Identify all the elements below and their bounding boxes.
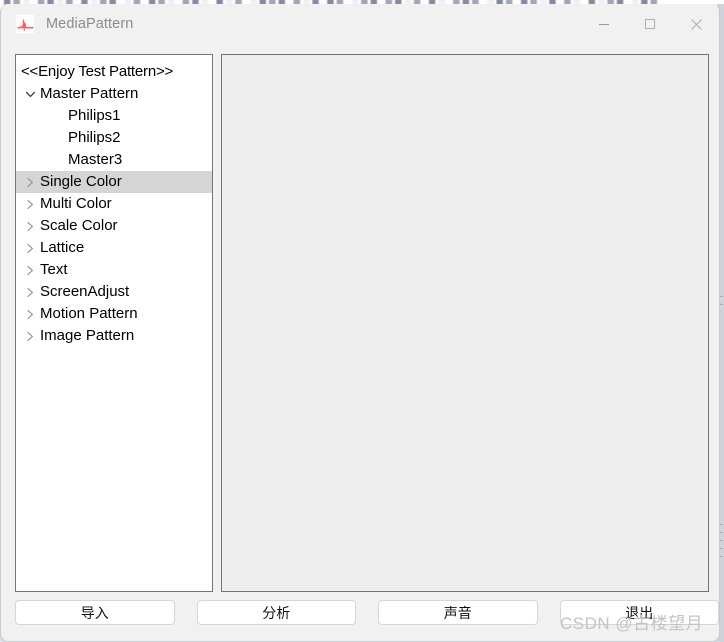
action-button-bar: 导入 分析 声音 退出 bbox=[1, 600, 719, 640]
window-body: <<Enjoy Test Pattern>> Master Pattern Phil… bbox=[1, 44, 719, 641]
tree-item-label: Philips2 bbox=[68, 129, 121, 146]
chevron-right-icon[interactable] bbox=[20, 303, 40, 325]
tree-item-label: Scale Color bbox=[40, 217, 118, 234]
title-bar: MediaPattern bbox=[1, 4, 719, 44]
pattern-tree[interactable]: <<Enjoy Test Pattern>> Master Pattern Phil… bbox=[15, 54, 213, 592]
tree-item-label: Single Color bbox=[40, 173, 122, 190]
tree-item-screenadjust[interactable]: ScreenAdjust bbox=[16, 281, 212, 303]
exit-button[interactable]: 退出 bbox=[559, 600, 719, 625]
tree-item-master3[interactable]: Master3 bbox=[16, 149, 212, 171]
waveform-icon bbox=[15, 14, 35, 34]
chevron-right-icon[interactable] bbox=[20, 215, 40, 237]
tree-item-scale-color[interactable]: Scale Color bbox=[16, 215, 212, 237]
chevron-down-icon[interactable] bbox=[20, 83, 40, 105]
import-button[interactable]: 导入 bbox=[15, 600, 175, 625]
chevron-right-icon[interactable] bbox=[20, 259, 40, 281]
tree-item-lattice[interactable]: Lattice bbox=[16, 237, 212, 259]
analyze-button[interactable]: 分析 bbox=[196, 600, 356, 625]
tree-item-label: Image Pattern bbox=[40, 327, 135, 344]
tree-item-image-pattern[interactable]: Image Pattern bbox=[16, 325, 212, 347]
chevron-right-icon[interactable] bbox=[20, 171, 40, 193]
maximize-icon[interactable] bbox=[627, 4, 673, 44]
tree-item-text[interactable]: Text bbox=[16, 259, 212, 281]
chevron-right-icon[interactable] bbox=[20, 237, 40, 259]
chevron-right-icon[interactable] bbox=[20, 281, 40, 303]
tree-item-label: Motion Pattern bbox=[40, 305, 138, 322]
minimize-icon[interactable] bbox=[581, 4, 627, 44]
pattern-preview-panel[interactable] bbox=[221, 54, 709, 592]
tree-item-enjoy-test-pattern[interactable]: <<Enjoy Test Pattern>> bbox=[16, 61, 212, 83]
tree-item-label: Lattice bbox=[40, 239, 85, 256]
tree-item-label: <<Enjoy Test Pattern>> bbox=[21, 63, 174, 80]
window-controls bbox=[581, 4, 719, 44]
tree-item-multi-color[interactable]: Multi Color bbox=[16, 193, 212, 215]
tree-item-philips2[interactable]: Philips2 bbox=[16, 127, 212, 149]
sound-button[interactable]: 声音 bbox=[378, 600, 538, 625]
tree-item-single-color[interactable]: Single Color bbox=[16, 171, 212, 193]
chevron-right-icon[interactable] bbox=[20, 193, 40, 215]
window-title: MediaPattern bbox=[46, 16, 134, 32]
tree-item-label: ScreenAdjust bbox=[40, 283, 130, 300]
media-pattern-window: MediaPattern <<Enjoy Test Pattern>> Mast… bbox=[0, 4, 720, 642]
tree-item-master-pattern[interactable]: Master Pattern bbox=[16, 83, 212, 105]
chevron-right-icon[interactable] bbox=[20, 325, 40, 347]
tree-item-philips1[interactable]: Philips1 bbox=[16, 105, 212, 127]
tree-item-label: Master Pattern bbox=[40, 85, 139, 102]
tree-item-label: Multi Color bbox=[40, 195, 112, 212]
tree-item-label: Philips1 bbox=[68, 107, 121, 124]
tree-item-label: Text bbox=[40, 261, 68, 278]
close-icon[interactable] bbox=[673, 4, 719, 44]
tree-item-motion-pattern[interactable]: Motion Pattern bbox=[16, 303, 212, 325]
tree-item-label: Master3 bbox=[68, 151, 123, 168]
